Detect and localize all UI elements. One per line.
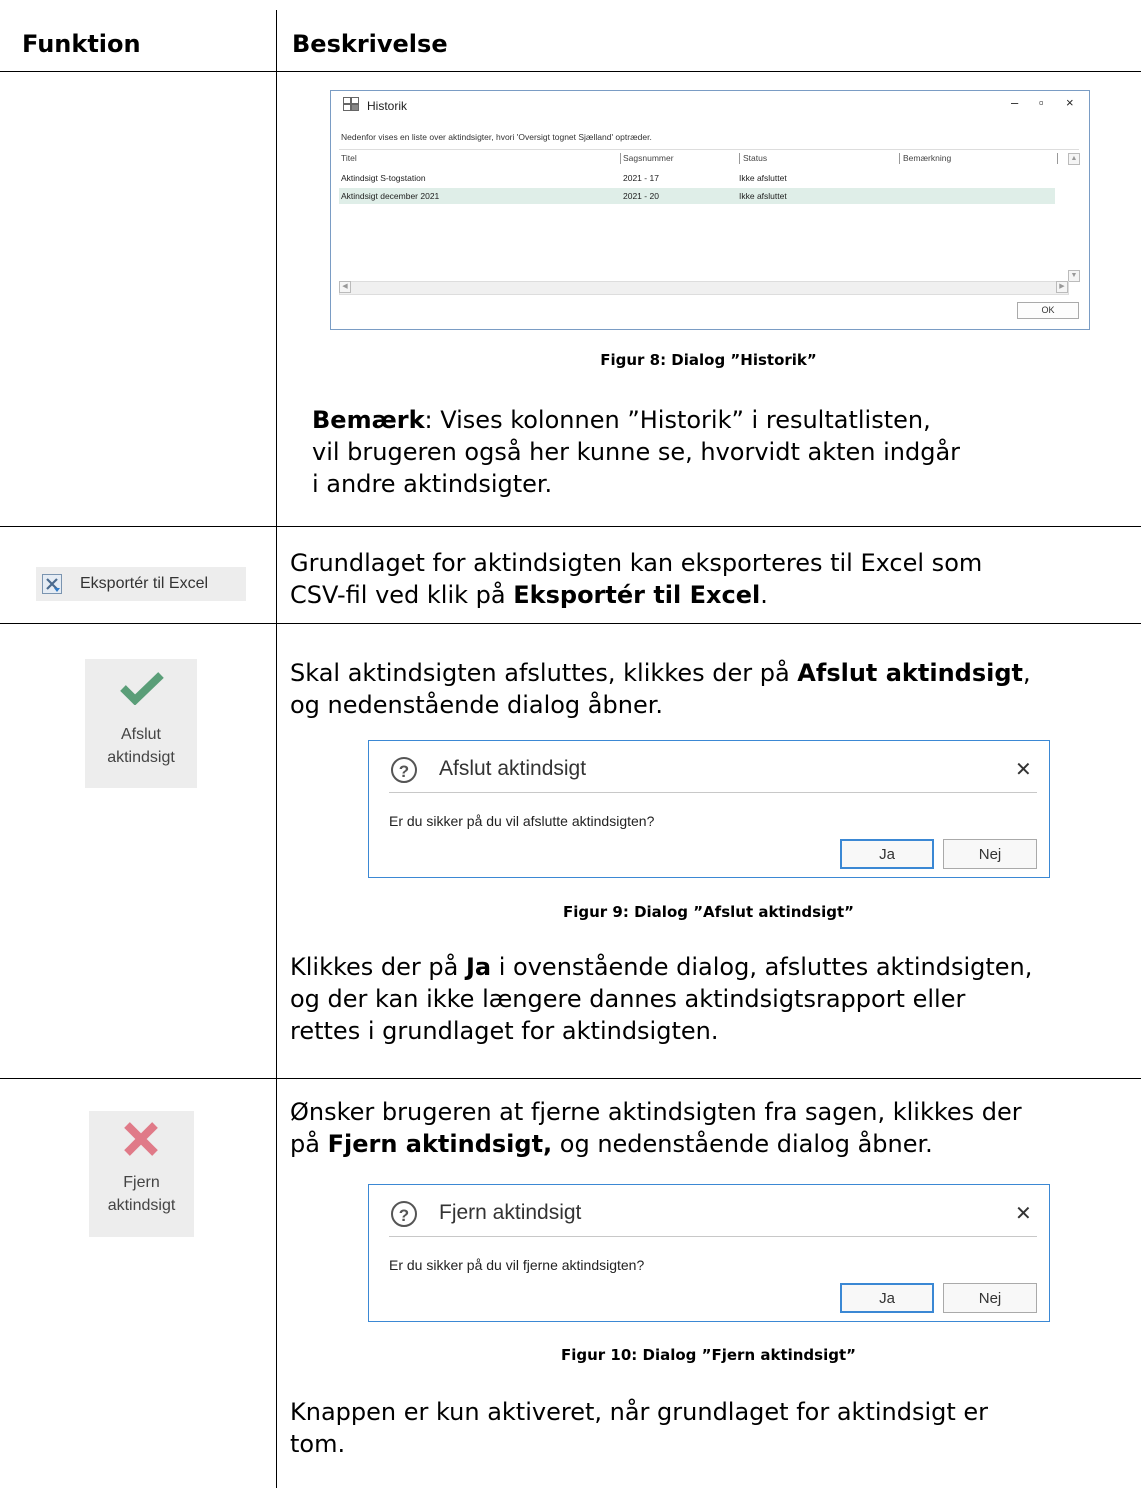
grid-header-status[interactable]: Status	[743, 153, 767, 163]
afslut-intro-text: Skal aktindsigten afsluttes, klikkes der…	[290, 659, 798, 687]
afslut-intro-1: Skal aktindsigten afsluttes, klikkes der…	[290, 658, 1031, 688]
dialog-separator	[389, 1236, 1037, 1237]
fjern-intro-text-end: og nedenstående dialog åbner.	[552, 1130, 933, 1158]
checkmark-icon	[120, 672, 164, 705]
grid-header-sagsnummer[interactable]: Sagsnummer	[623, 153, 674, 163]
afslut-dialog-title: Afslut aktindsigt	[439, 757, 587, 780]
ok-button[interactable]: OK	[1017, 302, 1079, 319]
cell-status: Ikke afsluttet	[739, 173, 787, 183]
grid-separator	[620, 153, 621, 164]
figure-caption-9: Figur 9: Dialog ”Afslut aktindsigt”	[563, 903, 854, 921]
scroll-right-button[interactable]: ▶	[1056, 281, 1068, 293]
yes-button[interactable]: Ja	[840, 1283, 934, 1313]
afslut-intro-2: og nedenstående dialog åbner.	[290, 691, 663, 719]
export-button-label: Eksportér til Excel	[80, 575, 209, 592]
export-excel-button[interactable]: Eksportér til Excel	[36, 567, 246, 601]
afslut-dialog-message: Er du sikker på du vil afslutte aktindsi…	[389, 813, 655, 829]
row-rule-1	[0, 526, 1141, 527]
export-text: CSV-fil ved klik på	[290, 581, 514, 609]
maximize-icon[interactable]: ▫	[1039, 95, 1044, 110]
table-row[interactable]: Aktindsigt S-togstation 2021 - 17 Ikke a…	[339, 170, 1055, 186]
afslut-after-2: og der kan ikke længere dannes aktindsig…	[290, 985, 966, 1013]
yes-button[interactable]: Ja	[840, 839, 934, 869]
afslut-dialog: ? Afslut aktindsigt ✕ Er du sikker på du…	[368, 740, 1050, 878]
afslut-button-label-1: Afslut	[120, 726, 161, 743]
header-funktion: Funktion	[22, 30, 141, 58]
export-text-end: .	[760, 581, 768, 609]
fjern-intro-bold: Fjern aktindsigt,	[327, 1130, 553, 1158]
fjern-dialog-title: Fjern aktindsigt	[439, 1201, 582, 1224]
fjern-dialog-message: Er du sikker på du vil fjerne aktindsigt…	[389, 1257, 645, 1273]
afslut-intro-bold: Afslut aktindsigt	[797, 659, 1024, 687]
no-button[interactable]: Nej	[943, 839, 1037, 869]
note-bold: Bemærk	[312, 406, 425, 434]
grid-separator	[1057, 153, 1058, 164]
fjern-intro-2: på Fjern aktindsigt, og nedenstående dia…	[290, 1129, 933, 1159]
fjern-button-label-1: Fjern	[123, 1174, 160, 1191]
fjern-intro-1: Ønsker brugeren at fjerne aktindsigten f…	[290, 1098, 1022, 1126]
note-text: : Vises kolonnen ”Historik” i resultatli…	[424, 406, 931, 434]
scroll-left-button[interactable]: ◀	[339, 281, 351, 293]
export-bold: Eksportér til Excel	[513, 581, 761, 609]
grid-header-titel[interactable]: Titel	[341, 153, 357, 163]
excel-icon	[42, 574, 62, 594]
close-icon[interactable]: ×	[1066, 95, 1074, 110]
scroll-up-button[interactable]: ▲	[1068, 153, 1080, 165]
close-icon[interactable]: ✕	[1015, 757, 1032, 782]
cell-sagsnummer: 2021 - 17	[623, 173, 659, 183]
minimize-icon[interactable]: ‒	[1011, 95, 1018, 110]
dialog-separator	[389, 792, 1037, 793]
window-icon	[343, 97, 359, 111]
historik-window: Historik ‒ ▫ × Nedenfor vises en liste o…	[330, 90, 1090, 330]
note-line-2: vil brugeren også her kunne se, hvorvidt…	[312, 438, 961, 466]
afslut-after-bold: Ja	[465, 953, 492, 981]
historik-description: Nedenfor vises en liste over aktindsigte…	[341, 132, 652, 142]
cell-titel: Aktindsigt december 2021	[341, 191, 440, 201]
historik-grid: Titel Sagsnummer Status Bemærkning Aktin…	[339, 149, 1080, 290]
fjern-aktindsigt-button[interactable]: Fjern aktindsigt	[89, 1111, 194, 1237]
header-rule	[0, 71, 1141, 72]
grid-separator	[899, 153, 900, 164]
horizontal-scrollbar[interactable]: ◀ ▶	[339, 281, 1069, 295]
afslut-aktindsigt-button[interactable]: Afslut aktindsigt	[85, 659, 197, 788]
afslut-button-label-2: aktindsigt	[107, 749, 175, 766]
no-button[interactable]: Nej	[943, 1283, 1037, 1313]
fjern-after-2: tom.	[290, 1430, 346, 1458]
cell-sagsnummer: 2021 - 20	[623, 191, 659, 201]
afslut-after-3: rettes i grundlaget for aktindsigten.	[290, 1017, 719, 1045]
afslut-intro-comma: ,	[1023, 659, 1031, 687]
cell-titel: Aktindsigt S-togstation	[341, 173, 426, 183]
grid-separator	[739, 153, 740, 164]
fjern-button-label-2: aktindsigt	[107, 1197, 176, 1214]
column-divider	[276, 10, 277, 1488]
close-icon[interactable]: ✕	[1015, 1201, 1032, 1226]
historik-title: Historik	[367, 99, 408, 113]
export-line-2: CSV-fil ved klik på Eksportér til Excel.	[290, 580, 768, 610]
figure-caption-10: Figur 10: Dialog ”Fjern aktindsigt”	[560, 1346, 857, 1364]
fjern-dialog: ? Fjern aktindsigt ✕ Er du sikker på du …	[368, 1184, 1050, 1322]
row-rule-3	[0, 1078, 1141, 1079]
afslut-after-text-end: i ovenstående dialog, afsluttes aktindsi…	[491, 953, 1033, 981]
export-line-1: Grundlaget for aktindsigten kan eksporte…	[290, 549, 983, 577]
note-line-3: i andre aktindsigter.	[312, 470, 553, 498]
figure-caption-8: Figur 8: Dialog ”Historik”	[600, 351, 817, 369]
note-paragraph: Bemærk: Vises kolonnen ”Historik” i resu…	[312, 405, 931, 435]
fjern-intro-text: på	[290, 1130, 328, 1158]
table-row[interactable]: Aktindsigt december 2021 2021 - 20 Ikke …	[339, 188, 1055, 204]
afslut-after-1: Klikkes der på Ja i ovenstående dialog, …	[290, 952, 1032, 982]
fjern-after-1: Knappen er kun aktiveret, når grundlaget…	[290, 1398, 989, 1426]
row-rule-2	[0, 623, 1141, 624]
grid-header-bemaerkning[interactable]: Bemærkning	[903, 153, 951, 163]
cell-status: Ikke afsluttet	[739, 191, 787, 201]
scroll-down-button[interactable]: ▼	[1068, 270, 1080, 282]
header-beskrivelse: Beskrivelse	[292, 30, 448, 58]
afslut-after-text: Klikkes der på	[290, 953, 466, 981]
question-icon: ?	[391, 757, 417, 783]
cross-icon	[124, 1122, 158, 1156]
question-icon: ?	[391, 1201, 417, 1227]
